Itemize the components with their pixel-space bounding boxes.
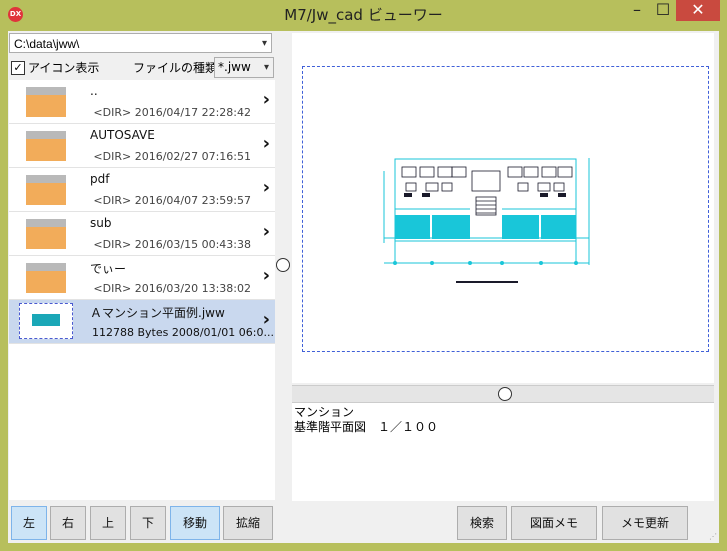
memo-update-button[interactable]: メモ更新 bbox=[602, 506, 688, 540]
folder-icon bbox=[26, 87, 68, 117]
maximize-button[interactable]: ☐ bbox=[652, 0, 674, 22]
item-name: でぃー bbox=[90, 262, 127, 276]
pan-down-button[interactable]: 下 bbox=[130, 506, 166, 540]
resize-grip-icon[interactable]: ⋰ bbox=[709, 532, 717, 541]
item-name: .. bbox=[90, 84, 98, 98]
list-item[interactable]: pdf <DIR> 2016/04/07 23:59:57 › bbox=[9, 168, 275, 212]
item-name: AUTOSAVE bbox=[90, 128, 155, 142]
icon-display-checkbox[interactable]: ✓ bbox=[11, 61, 25, 75]
icon-display-label[interactable]: アイコン表示 bbox=[28, 58, 99, 78]
memo-line-2: 基準階平面図 １／１００ bbox=[294, 420, 439, 434]
list-item[interactable]: AUTOSAVE <DIR> 2016/02/27 07:16:51 › bbox=[9, 124, 275, 168]
chevron-right-icon[interactable]: › bbox=[263, 91, 270, 109]
horizontal-splitter[interactable] bbox=[292, 385, 714, 403]
client-area: C:\data\jww\ ▾ ✓ アイコン表示 ファイルの種類： *.jww ▾… bbox=[8, 31, 719, 543]
item-meta: <DIR> 2016/04/07 23:59:57 bbox=[93, 194, 251, 207]
pan-right-button[interactable]: 右 bbox=[50, 506, 86, 540]
folder-path-combo[interactable]: C:\data\jww\ ▾ bbox=[9, 33, 272, 53]
file-type-value: *.jww bbox=[218, 60, 251, 74]
move-button[interactable]: 移動 bbox=[170, 506, 220, 540]
floor-plan-drawing bbox=[383, 158, 590, 283]
title-bar: DX M7/Jw_cad ビューワー – ☐ ✕ bbox=[0, 0, 727, 31]
vertical-splitter-handle[interactable] bbox=[276, 258, 290, 272]
zoom-button[interactable]: 拡縮 bbox=[223, 506, 273, 540]
item-name: sub bbox=[90, 216, 112, 230]
folder-path-value: C:\data\jww\ bbox=[14, 37, 80, 51]
folder-icon bbox=[26, 175, 68, 205]
chevron-right-icon[interactable]: › bbox=[263, 135, 270, 153]
chevron-down-icon[interactable]: ▾ bbox=[264, 58, 269, 77]
chevron-right-icon[interactable]: › bbox=[263, 179, 270, 197]
list-options-row: ✓ アイコン表示 ファイルの種類： *.jww ▾ bbox=[9, 57, 275, 78]
drawing-memo-button[interactable]: 図面メモ bbox=[511, 506, 597, 540]
chevron-down-icon[interactable]: ▾ bbox=[262, 34, 267, 54]
memo-panel[interactable]: マンション 基準階平面図 １／１００ bbox=[292, 403, 714, 501]
item-meta: 112788 Bytes 2008/01/01 06:0... bbox=[92, 326, 274, 339]
chevron-right-icon[interactable]: › bbox=[263, 311, 270, 329]
item-name: pdf bbox=[90, 172, 110, 186]
drawing-thumbnail-icon bbox=[19, 303, 73, 339]
close-button[interactable]: ✕ bbox=[676, 0, 720, 21]
list-item[interactable]: sub <DIR> 2016/03/15 00:43:38 › bbox=[9, 212, 275, 256]
list-item-selected[interactable]: Ａマンション平面例.jww 112788 Bytes 2008/01/01 06… bbox=[9, 300, 275, 344]
app-window: DX M7/Jw_cad ビューワー – ☐ ✕ C:\data\jww\ ▾ … bbox=[0, 0, 727, 551]
file-type-combo[interactable]: *.jww ▾ bbox=[214, 57, 274, 78]
minimize-button[interactable]: – bbox=[628, 0, 646, 22]
file-list[interactable]: .. <DIR> 2016/04/17 22:28:42 › AUTOSAVE … bbox=[9, 80, 275, 500]
search-button[interactable]: 検索 bbox=[457, 506, 507, 540]
memo-line-1: マンション bbox=[294, 405, 355, 419]
item-meta: <DIR> 2016/03/20 13:38:02 bbox=[93, 282, 251, 295]
list-item[interactable]: でぃー <DIR> 2016/03/20 13:38:02 › bbox=[9, 256, 275, 300]
item-name: Ａマンション平面例.jww bbox=[90, 306, 225, 320]
chevron-right-icon[interactable]: › bbox=[263, 267, 270, 285]
item-meta: <DIR> 2016/04/17 22:28:42 bbox=[93, 106, 251, 119]
pan-up-button[interactable]: 上 bbox=[90, 506, 126, 540]
list-item[interactable]: .. <DIR> 2016/04/17 22:28:42 › bbox=[9, 80, 275, 124]
pan-left-button[interactable]: 左 bbox=[11, 506, 47, 540]
chevron-right-icon[interactable]: › bbox=[263, 223, 270, 241]
drawing-preview[interactable] bbox=[292, 33, 714, 383]
window-title: M7/Jw_cad ビューワー bbox=[284, 6, 443, 24]
folder-icon bbox=[26, 131, 68, 161]
item-meta: <DIR> 2016/03/15 00:43:38 bbox=[93, 238, 251, 251]
folder-icon bbox=[26, 263, 68, 293]
horizontal-splitter-handle[interactable] bbox=[498, 387, 512, 401]
item-meta: <DIR> 2016/02/27 07:16:51 bbox=[93, 150, 251, 163]
folder-icon bbox=[26, 219, 68, 249]
